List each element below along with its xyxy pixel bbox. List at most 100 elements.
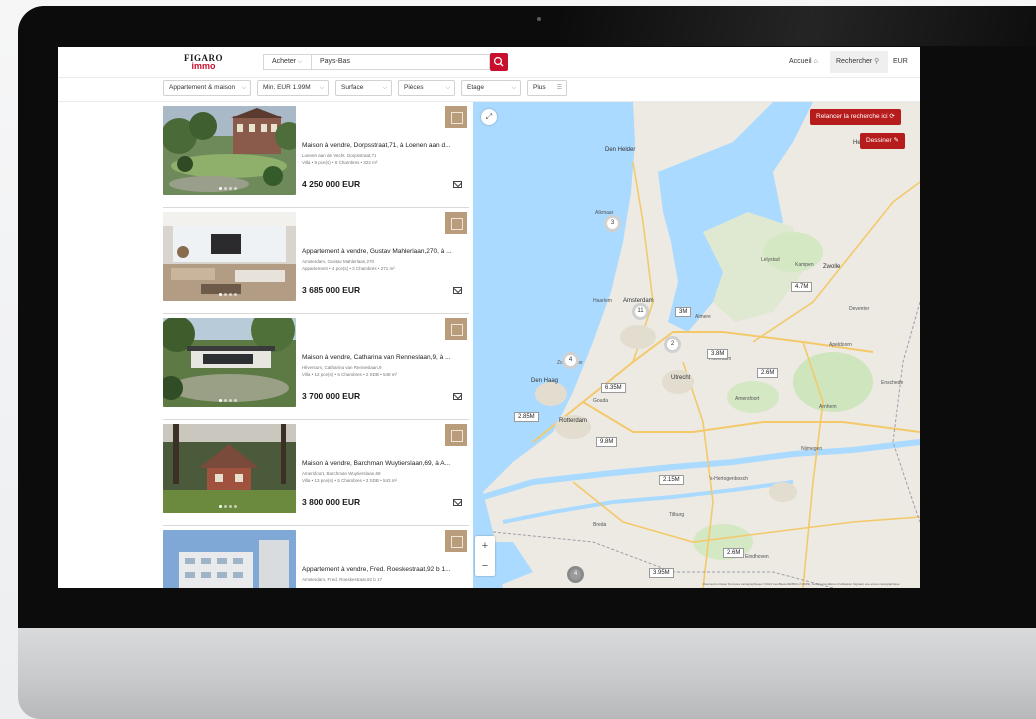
listing-photo[interactable] — [163, 530, 296, 588]
floor-filter[interactable]: Etage ⌵ — [461, 80, 521, 96]
map-place-label: Tilburg — [669, 512, 685, 518]
listing-address: Loenen aan de Vecht, Dorpsstraat,71 — [302, 153, 377, 158]
listing-photo-image — [163, 106, 296, 195]
map-place-label: 's-Hertogenbosch — [709, 476, 749, 482]
map-attribution[interactable]: Raccourcis clavier Données cartographiqu… — [703, 582, 899, 586]
map-place-label: Nijmegen — [801, 446, 823, 452]
more-filters-button[interactable]: Plus ☰ — [527, 80, 567, 96]
chevron-down-icon: ⌵ — [382, 85, 387, 91]
draw-label: Dessiner — [866, 137, 892, 144]
contact-mail-icon[interactable] — [453, 181, 462, 188]
agency-logo[interactable] — [445, 106, 467, 128]
location-search-input[interactable]: Pays-Bas — [311, 54, 490, 70]
contact-mail-icon[interactable] — [453, 393, 462, 400]
figaro-immo-logo[interactable]: FIGARO immo — [184, 54, 223, 71]
listing-specs: Villa • 9 pce(s) • 6 Chambres • 322 m² — [302, 160, 378, 165]
monitor-chin — [18, 628, 1036, 719]
map-price-marker[interactable]: 2.6M — [757, 368, 779, 378]
map-place-label: Apeldoorn — [829, 342, 852, 348]
surface-filter[interactable]: Surface ⌵ — [335, 80, 392, 96]
map-price-marker[interactable]: 9.8M — [596, 437, 618, 447]
map-place-label: Den Haag — [531, 378, 559, 384]
listing-title[interactable]: Appartement à vendre, Fred. Roeskestraat… — [302, 566, 467, 573]
map-place-label: Arnhem — [819, 404, 837, 410]
map-price-marker[interactable]: 4.7M — [791, 282, 813, 292]
map-price-marker[interactable]: 3M — [675, 307, 692, 317]
map-price-marker[interactable]: 3.95M — [649, 568, 674, 578]
listing-photo-image — [163, 424, 296, 513]
photo-carousel-dots[interactable] — [219, 505, 237, 508]
map-cluster[interactable]: 4 — [562, 352, 579, 369]
map-cluster[interactable]: 2 — [664, 336, 681, 353]
search-icon: ⚲ — [874, 58, 880, 65]
listing-address: Amersfoort, Barchman Wuytierslaan,69 — [302, 471, 381, 476]
map-place-label: Kampen — [795, 262, 814, 268]
price-filter[interactable]: Min. EUR 1.99M ⌵ — [257, 80, 329, 96]
map-price-marker[interactable]: 2.85M — [514, 412, 539, 422]
map-cluster[interactable]: 11 — [632, 303, 649, 320]
currency-selector[interactable]: EUR — [893, 58, 908, 65]
listing-title[interactable]: Maison à vendre, Barchman Wuytierslaan,6… — [302, 460, 467, 467]
price-filter-label: Min. EUR 1.99M — [263, 84, 311, 91]
listing-photo[interactable] — [163, 212, 296, 301]
listing-card[interactable]: Maison à vendre, Barchman Wuytierslaan,6… — [163, 420, 469, 526]
refresh-icon: ⟳ — [889, 113, 895, 120]
map-cluster[interactable]: 3 — [604, 215, 621, 232]
fullscreen-icon[interactable]: ⤢ — [481, 109, 497, 125]
map-view[interactable]: Den Helder Heerenveen Alkmaar Lelystad Z… — [473, 102, 920, 588]
photo-carousel-dots[interactable] — [219, 399, 237, 402]
contact-mail-icon[interactable] — [453, 499, 462, 506]
nav-home-link[interactable]: Accueil ⌂ — [789, 58, 818, 65]
agency-logo[interactable] — [445, 212, 467, 234]
listing-photo-image — [163, 530, 296, 588]
zoom-out-button[interactable]: − — [475, 556, 495, 576]
property-type-filter[interactable]: Appartement & maison ⌵ — [163, 80, 251, 96]
listing-title[interactable]: Maison à vendre, Dorpsstraat,71, à Loene… — [302, 142, 467, 149]
map-price-marker[interactable]: 2.15M — [659, 475, 684, 485]
listing-price: 4 250 000 EUR — [302, 179, 361, 189]
listing-photo[interactable] — [163, 318, 296, 407]
contact-mail-icon[interactable] — [453, 287, 462, 294]
chevron-down-icon: ⌵ — [319, 85, 324, 91]
map-price-marker[interactable]: 3.8M — [707, 349, 729, 359]
listing-card[interactable]: Maison à vendre, Dorpsstraat,71, à Loene… — [163, 102, 469, 208]
photo-carousel-dots[interactable] — [219, 187, 237, 190]
listing-card[interactable]: Appartement à vendre, Gustav Mahlerlaan,… — [163, 208, 469, 314]
relaunch-search-button[interactable]: Relancer la recherche ici ⟳ — [810, 109, 901, 125]
site-header: FIGARO immo Acheter ⌵ Pays-Bas Accueil ⌂… — [58, 47, 920, 77]
nav-search-link[interactable]: Rechercher ⚲ — [830, 51, 888, 73]
listing-card[interactable]: Maison à vendre, Catharina van Renneslaa… — [163, 314, 469, 420]
listing-title[interactable]: Maison à vendre, Catharina van Renneslaa… — [302, 354, 467, 361]
nav-home-label: Accueil — [789, 58, 812, 65]
listing-specs: Appartement • 4 pce(s) • 3 Chambres • 27… — [302, 266, 395, 271]
agency-logo[interactable] — [445, 424, 467, 446]
listing-title[interactable]: Appartement à vendre, Gustav Mahlerlaan,… — [302, 248, 467, 255]
zoom-in-button[interactable]: + — [475, 536, 495, 556]
map-price-marker[interactable]: 2.6M — [723, 548, 745, 558]
map-place-label: Deventer — [849, 306, 870, 312]
draw-button[interactable]: Dessiner ✎ — [860, 133, 905, 149]
transaction-select[interactable]: Acheter ⌵ — [263, 54, 311, 70]
photo-carousel-dots[interactable] — [219, 293, 237, 296]
agency-logo[interactable] — [445, 530, 467, 552]
map-place-label: Zwolle — [823, 264, 841, 270]
transaction-select-label: Acheter — [272, 58, 297, 65]
map-price-marker[interactable]: 6.35M — [601, 383, 626, 393]
agency-logo[interactable] — [445, 318, 467, 340]
listing-photo-image — [163, 318, 296, 407]
listing-photo-image — [163, 212, 296, 301]
map-cluster[interactable]: 4 — [567, 566, 584, 583]
listing-card[interactable]: Appartement à vendre, Fred. Roeskestraat… — [163, 526, 469, 588]
listing-photo[interactable] — [163, 424, 296, 513]
logo-bottom-text: immo — [191, 61, 216, 71]
listing-photo[interactable] — [163, 106, 296, 195]
monitor-mockup: FIGARO immo Acheter ⌵ Pays-Bas Accueil ⌂… — [0, 0, 1036, 719]
rooms-filter[interactable]: Pièces ⌵ — [398, 80, 455, 96]
map-place-label: Lelystad — [761, 257, 780, 263]
listing-specs: Villa • 12 pce(s) • 6 Chambres • 2 SDB •… — [302, 372, 398, 377]
map-place-label: Amersfoort — [735, 396, 760, 402]
listing-price: 3 800 000 EUR — [302, 497, 361, 507]
listing-address: Amsterdam, Gustav Mahlerlaan,270 — [302, 259, 375, 264]
search-button[interactable] — [490, 53, 508, 71]
search-icon — [493, 56, 504, 67]
